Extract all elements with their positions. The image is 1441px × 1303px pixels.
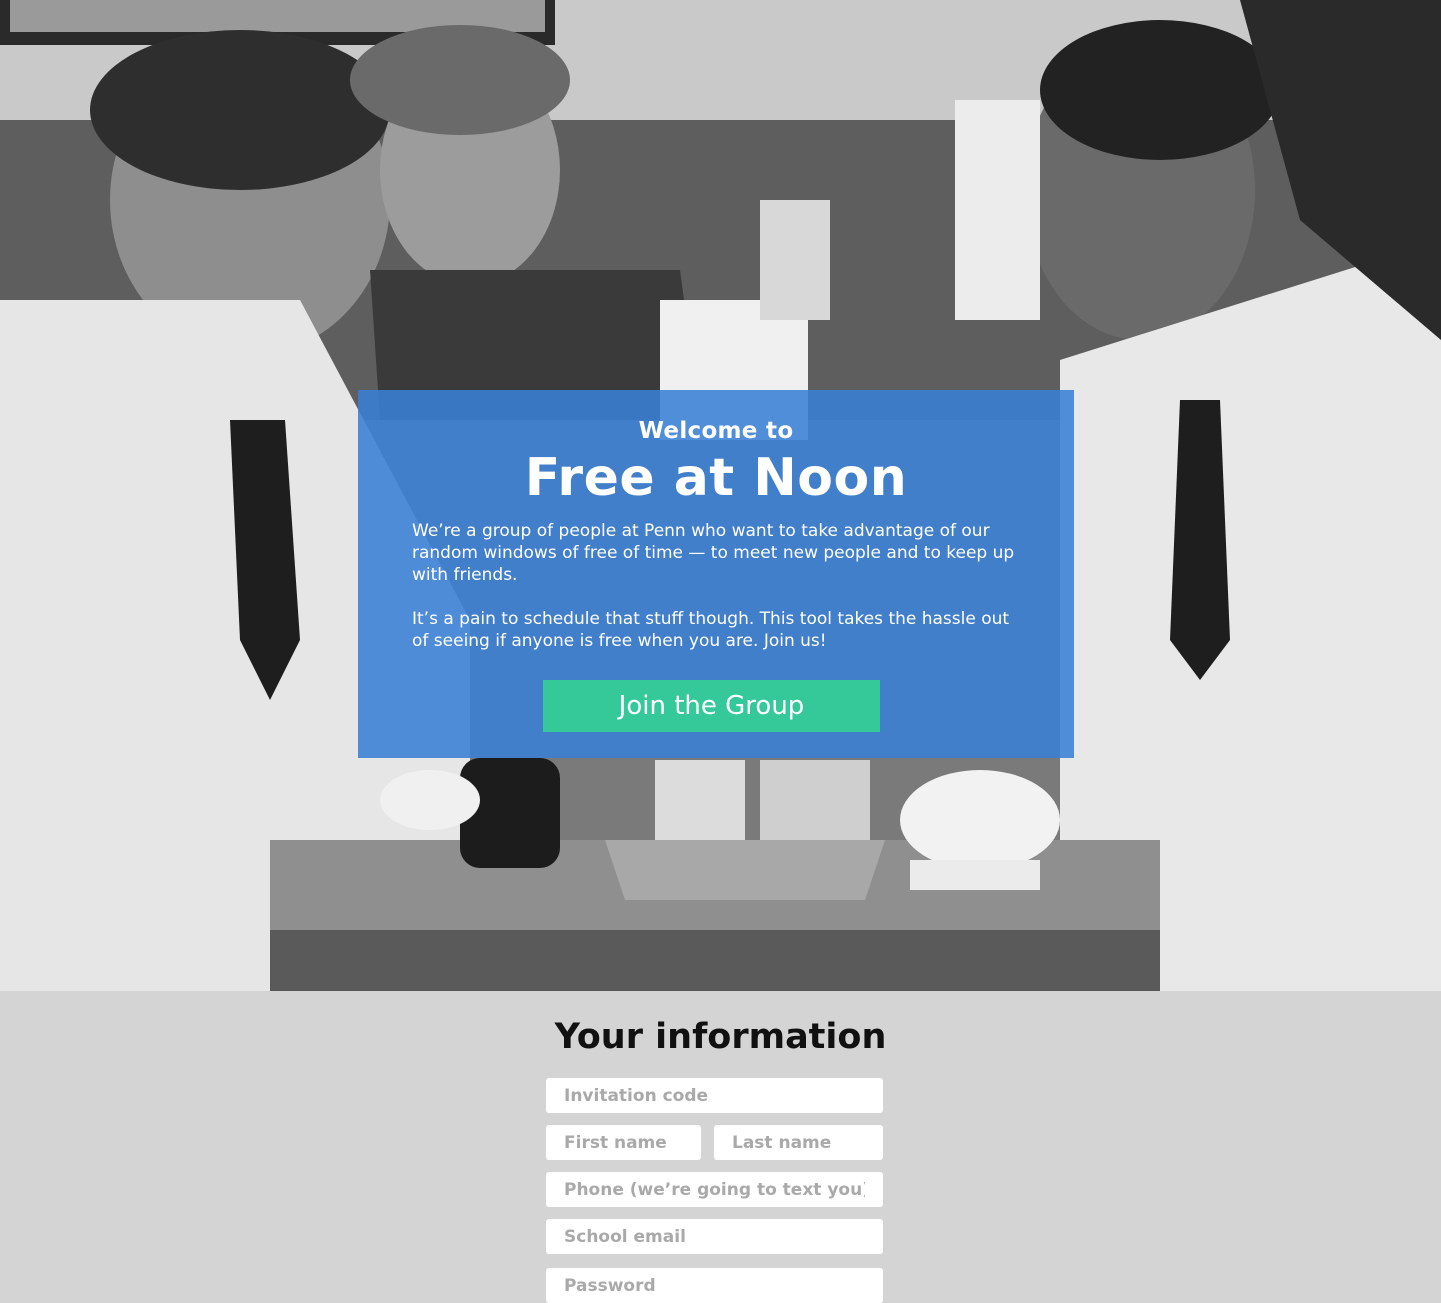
first-name-input[interactable] [546, 1125, 701, 1160]
last-name-input[interactable] [714, 1125, 883, 1160]
school-email-input[interactable] [546, 1219, 883, 1254]
welcome-card: Welcome to Free at Noon We’re a group of… [358, 390, 1074, 758]
intro-paragraph-1: We’re a group of people at Penn who want… [412, 521, 1015, 585]
form-title: Your information [554, 1017, 887, 1057]
join-group-button[interactable]: Join the Group [543, 680, 880, 732]
invitation-code-input[interactable] [546, 1078, 883, 1113]
phone-input[interactable] [546, 1172, 883, 1207]
site-title: Free at Noon [524, 448, 908, 508]
password-input[interactable] [546, 1268, 883, 1303]
intro-paragraph-2: It’s a pain to schedule that stuff thoug… [412, 609, 1010, 651]
welcome-heading: Welcome to [638, 418, 794, 444]
intro-copy: We’re a group of people at Penn who want… [412, 520, 1020, 674]
hero-section: Welcome to Free at Noon We’re a group of… [0, 0, 1441, 991]
signup-form-section: Your information [0, 991, 1441, 1303]
